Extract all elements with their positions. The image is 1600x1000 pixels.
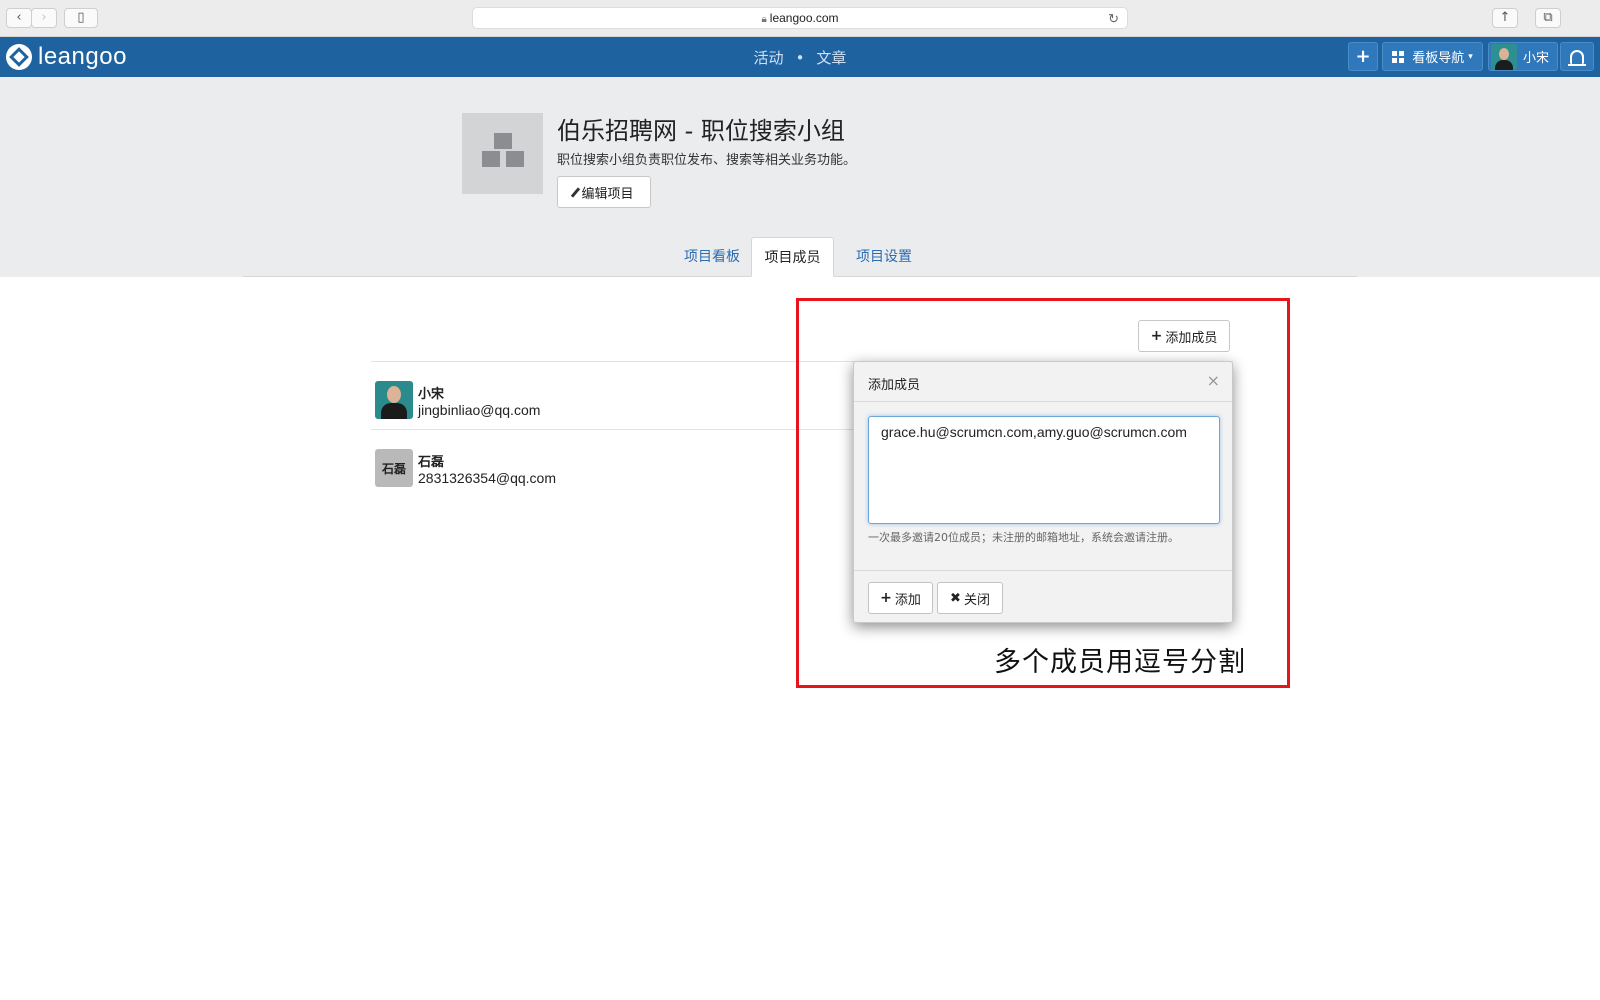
notifications-button[interactable] — [1560, 42, 1594, 71]
dialog-title: 添加成员 — [868, 378, 921, 393]
project-description: 职位搜索小组负责职位发布、搜索等相关业务功能。 — [557, 153, 857, 168]
avatar: 石磊 — [375, 449, 413, 487]
tab-project-settings[interactable]: 项目设置 — [840, 237, 928, 277]
pencil-icon — [571, 186, 581, 198]
board-navigation-dropdown[interactable]: 看板导航 ▾ — [1382, 42, 1483, 71]
reload-icon[interactable]: ↻ — [1108, 8, 1119, 29]
back-button[interactable]: ‹ — [6, 8, 32, 28]
project-logo — [462, 113, 543, 194]
close-button[interactable]: ✖ 关闭 — [937, 582, 1003, 614]
tabs-overview-icon[interactable]: ⧉ — [1535, 8, 1561, 28]
browser-toolbar: ‹ › ▯ 🔒︎ leangoo.com ↻ ↑ ⧉ — [0, 0, 1600, 37]
plus-icon: + — [1355, 46, 1371, 67]
dialog-footer-divider — [854, 570, 1232, 571]
share-icon[interactable]: ↑ — [1492, 8, 1518, 28]
emails-textarea[interactable]: grace.hu@scrumcn.com,amy.guo@scrumcn.com — [868, 416, 1220, 524]
nav-link-articles[interactable]: 文章 — [816, 49, 846, 67]
close-button-label: 关闭 — [963, 592, 990, 608]
caret-down-icon: ▾ — [1468, 51, 1473, 62]
edit-project-button[interactable]: 编辑项目 — [557, 176, 651, 208]
close-icon: ✖ — [950, 590, 961, 606]
close-icon[interactable]: × — [1207, 371, 1220, 390]
lock-icon: 🔒︎ — [761, 14, 767, 25]
member-name: 石磊 — [418, 454, 445, 470]
add-member-dialog: 添加成员 × grace.hu@scrumcn.com,amy.guo@scru… — [853, 361, 1233, 623]
member-email: jingbinliao@qq.com — [418, 401, 541, 418]
nav-separator: • — [795, 49, 805, 67]
nav-link-activity[interactable]: 活动 — [754, 49, 784, 67]
add-button-label: 添加 — [894, 592, 921, 608]
bell-icon — [1568, 49, 1586, 66]
url-text: leangoo.com — [769, 11, 839, 25]
list-item: 石磊 石磊 2831326354@qq.com — [375, 449, 556, 487]
project-title: 伯乐招聘网 - 职位搜索小组 — [557, 117, 845, 145]
member-email: 2831326354@qq.com — [418, 469, 556, 486]
forward-button[interactable]: › — [31, 8, 57, 28]
project-tabs: 项目看板 项目成员 项目设置 — [0, 237, 1600, 277]
add-button[interactable]: + 添加 — [868, 582, 933, 614]
avatar — [375, 381, 413, 419]
grid-icon — [1392, 50, 1405, 63]
user-menu[interactable]: 小宋 — [1488, 42, 1558, 71]
tab-project-members[interactable]: 项目成员 — [751, 237, 834, 277]
annotation-text: 多个成员用逗号分割 — [994, 647, 1246, 678]
list-item: 小宋 jingbinliao@qq.com — [375, 381, 540, 419]
invite-hint: 一次最多邀请20位成员；未注册的邮箱地址，系统会邀请注册。 — [868, 531, 1179, 544]
edit-project-label: 编辑项目 — [581, 186, 634, 202]
user-name: 小宋 — [1523, 51, 1550, 66]
board-nav-label: 看板导航 — [1412, 51, 1465, 66]
plus-icon: + — [880, 590, 892, 606]
avatar — [1491, 43, 1517, 70]
cubes-icon — [474, 129, 532, 179]
member-name: 小宋 — [418, 386, 445, 402]
tab-project-board[interactable]: 项目看板 — [668, 237, 756, 277]
address-bar[interactable]: 🔒︎ leangoo.com ↻ — [472, 7, 1128, 29]
app-header: leangoo 活动 • 文章 + 看板导航 ▾ 小宋 — [0, 37, 1600, 77]
sidebar-toggle-icon[interactable]: ▯ — [64, 8, 98, 28]
dialog-header: 添加成员 × — [854, 362, 1232, 402]
create-button[interactable]: + — [1348, 42, 1378, 71]
